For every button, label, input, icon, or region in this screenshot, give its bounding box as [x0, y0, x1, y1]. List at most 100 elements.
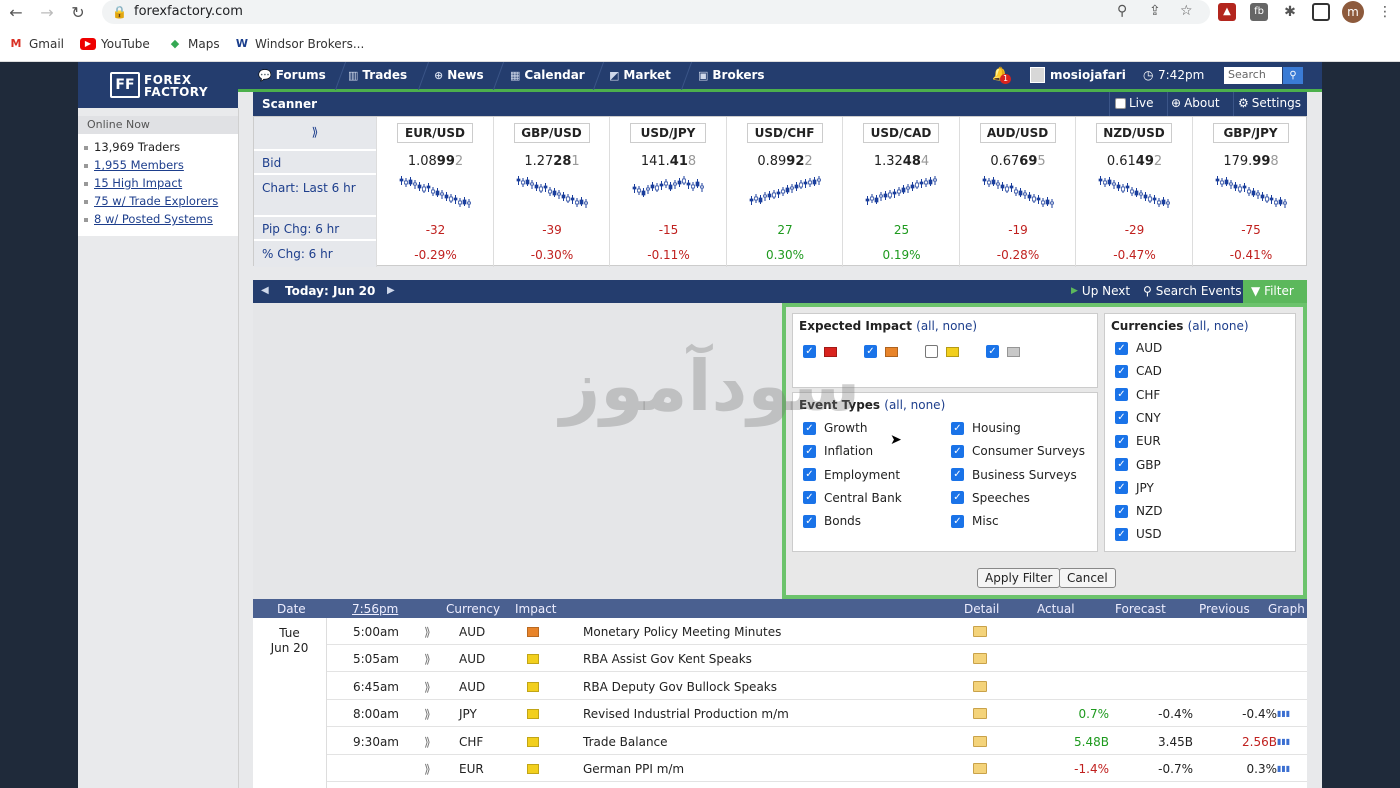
- prev-day-icon[interactable]: ◀: [261, 285, 269, 296]
- sound-icon[interactable]: ⟫: [424, 762, 431, 776]
- share-icon[interactable]: ⇪: [1149, 3, 1161, 19]
- event-title[interactable]: Monetary Policy Meeting Minutes: [583, 625, 781, 639]
- currency-checkbox-nzd[interactable]: ✓ NZD: [1115, 504, 1162, 518]
- impact-folder-icon[interactable]: [527, 764, 539, 774]
- current-time[interactable]: 7:42pm: [1158, 68, 1204, 82]
- currency-checkbox-usd[interactable]: ✓ USD: [1115, 527, 1162, 541]
- about-button[interactable]: ⊕ About: [1171, 96, 1220, 110]
- address-bar[interactable]: 🔒 forexfactory.com ⚲ ⇪ ☆: [102, 0, 1210, 24]
- checkbox-icon[interactable]: ✓: [951, 444, 964, 458]
- nav-calendar[interactable]: ▦ Calendar: [510, 68, 585, 82]
- detail-folder-icon[interactable]: [973, 763, 987, 774]
- impact-folder-icon[interactable]: [527, 654, 539, 665]
- event-type-checkbox[interactable]: ✓ Central Bank: [803, 491, 902, 505]
- checkbox-icon[interactable]: ✓: [951, 468, 964, 482]
- checkbox-icon[interactable]: ✓: [864, 345, 877, 358]
- scanner-pair-gbp-usd[interactable]: GBP/USD 1.27281 -39 -0.30%: [492, 117, 610, 267]
- reload-icon[interactable]: ↻: [68, 3, 88, 23]
- detail-folder-icon[interactable]: [973, 653, 987, 665]
- event-type-checkbox[interactable]: ✓ Misc: [951, 514, 999, 528]
- table-row[interactable]: 9:30am ⟫ CHF Trade Balance 5.48B 3.45B 2.56B ▮▮…: [327, 728, 1307, 755]
- types-none-link[interactable]: none: [911, 398, 941, 412]
- timezone-time-link[interactable]: 7:56pm: [352, 602, 398, 616]
- pair-name[interactable]: USD/JPY: [630, 123, 706, 143]
- checkbox-icon[interactable]: ✓: [1115, 481, 1128, 495]
- sound-icon[interactable]: ⟫: [424, 735, 431, 749]
- pair-name[interactable]: USD/CAD: [863, 123, 939, 143]
- checkbox-icon[interactable]: ✓: [951, 421, 964, 435]
- bookmark-windsor[interactable]: W Windsor Brokers...: [234, 37, 364, 51]
- detail-folder-icon[interactable]: [973, 735, 987, 747]
- checkbox-icon[interactable]: ✓: [1115, 434, 1128, 448]
- detail-folder-icon[interactable]: [973, 680, 987, 692]
- scanner-pair-usd-cad[interactable]: USD/CAD 1.32484 25 0.19%: [842, 117, 959, 267]
- impact-checkbox[interactable]: [925, 345, 959, 358]
- next-day-icon[interactable]: ▶: [387, 285, 395, 296]
- puzzle-icon[interactable]: ✱: [1281, 3, 1299, 21]
- search-icon[interactable]: ⚲: [1283, 67, 1303, 84]
- extension-icon[interactable]: fb: [1250, 3, 1268, 21]
- site-logo[interactable]: FF FOREX FACTORY: [78, 62, 238, 108]
- sound-icon[interactable]: ⟫: [424, 707, 431, 721]
- currency-checkbox-cad[interactable]: ✓ CAD: [1115, 364, 1162, 378]
- scanner-pair-gbp-jpy[interactable]: GBP/JPY 179.998 -75 -0.41%: [1191, 117, 1309, 267]
- bookmark-maps[interactable]: ◆ Maps: [167, 37, 220, 51]
- event-title[interactable]: RBA Deputy Gov Bullock Speaks: [583, 680, 777, 694]
- pair-name[interactable]: AUD/USD: [979, 123, 1056, 143]
- currency-checkbox-aud[interactable]: ✓ AUD: [1115, 341, 1162, 355]
- event-title[interactable]: Revised Industrial Production m/m: [583, 707, 789, 721]
- forward-icon[interactable]: →: [37, 3, 57, 23]
- menu-icon[interactable]: ⋮: [1376, 3, 1394, 21]
- checkbox-icon[interactable]: ✓: [951, 491, 964, 505]
- event-type-checkbox[interactable]: ✓ Growth: [803, 421, 867, 435]
- event-type-checkbox[interactable]: ✓ Speeches: [951, 491, 1030, 505]
- checkbox-icon[interactable]: ✓: [803, 514, 816, 528]
- impact-checkbox[interactable]: ✓: [864, 345, 898, 358]
- user-avatar[interactable]: [1030, 67, 1045, 83]
- up-next-button[interactable]: ▶ Up Next: [1071, 284, 1130, 298]
- scanner-pair-nzd-usd[interactable]: NZD/USD 0.61492 -29 -0.47%: [1075, 117, 1192, 267]
- checkbox-icon[interactable]: ✓: [1115, 504, 1128, 518]
- today-label[interactable]: Today: Jun 20: [285, 284, 375, 298]
- pair-name[interactable]: GBP/USD: [513, 123, 590, 143]
- impact-checkbox[interactable]: ✓: [986, 345, 1020, 358]
- event-type-checkbox[interactable]: ✓ Bonds: [803, 514, 861, 528]
- event-type-checkbox[interactable]: ✓ Housing: [951, 421, 1021, 435]
- username[interactable]: mosiojafari: [1050, 68, 1126, 82]
- settings-button[interactable]: ⚙ Settings: [1238, 96, 1301, 110]
- extension-icon[interactable]: ▲: [1218, 3, 1236, 21]
- bookmark-youtube[interactable]: ▶ YouTube: [80, 37, 150, 51]
- checkbox-icon[interactable]: ✓: [803, 421, 816, 435]
- event-title[interactable]: RBA Assist Gov Kent Speaks: [583, 652, 752, 666]
- pair-name[interactable]: EUR/USD: [397, 123, 473, 143]
- back-icon[interactable]: ←: [6, 3, 26, 23]
- currency-checkbox-gbp[interactable]: ✓ GBP: [1115, 458, 1161, 472]
- nav-forums[interactable]: 💬 Forums: [258, 68, 326, 82]
- impact-none-link[interactable]: none: [942, 319, 972, 333]
- impact-all-link[interactable]: all: [921, 319, 935, 333]
- list-item[interactable]: 75 w/ Trade Explorers: [84, 192, 232, 210]
- checkbox-icon[interactable]: ✓: [803, 345, 816, 358]
- impact-folder-icon[interactable]: [527, 627, 539, 637]
- checkbox-icon[interactable]: ✓: [803, 468, 816, 482]
- currency-checkbox-chf[interactable]: ✓ CHF: [1115, 388, 1160, 402]
- event-type-checkbox[interactable]: ✓ Business Surveys: [951, 468, 1077, 482]
- detail-folder-icon[interactable]: [973, 708, 987, 720]
- profile-avatar[interactable]: m: [1342, 1, 1364, 23]
- pair-name[interactable]: GBP/JPY: [1212, 123, 1289, 143]
- checkbox-icon[interactable]: ✓: [1115, 341, 1128, 355]
- checkbox-icon[interactable]: ✓: [1115, 411, 1128, 425]
- event-title[interactable]: Trade Balance: [583, 735, 668, 749]
- table-row[interactable]: 8:00am ⟫ JPY Revised Industrial Production …: [327, 700, 1307, 728]
- currency-checkbox-jpy[interactable]: ✓ JPY: [1115, 481, 1154, 495]
- table-row[interactable]: 6:45am ⟫ AUD RBA Deputy Gov Bullock Speaks: [327, 673, 1307, 700]
- checkbox-icon[interactable]: ✓: [1115, 458, 1128, 471]
- graph-icon[interactable]: ▮▮▮: [1277, 709, 1290, 718]
- checkbox-icon[interactable]: ✓: [1115, 388, 1128, 402]
- event-title[interactable]: German PPI m/m: [583, 762, 684, 776]
- table-row[interactable]: 5:05am ⟫ AUD RBA Assist Gov Kent Speaks: [327, 645, 1307, 673]
- sound-icon[interactable]: ⟫: [424, 680, 431, 694]
- live-checkbox[interactable]: [1115, 97, 1126, 109]
- sidepanel-icon[interactable]: [1312, 3, 1330, 21]
- impact-folder-icon[interactable]: [527, 681, 539, 692]
